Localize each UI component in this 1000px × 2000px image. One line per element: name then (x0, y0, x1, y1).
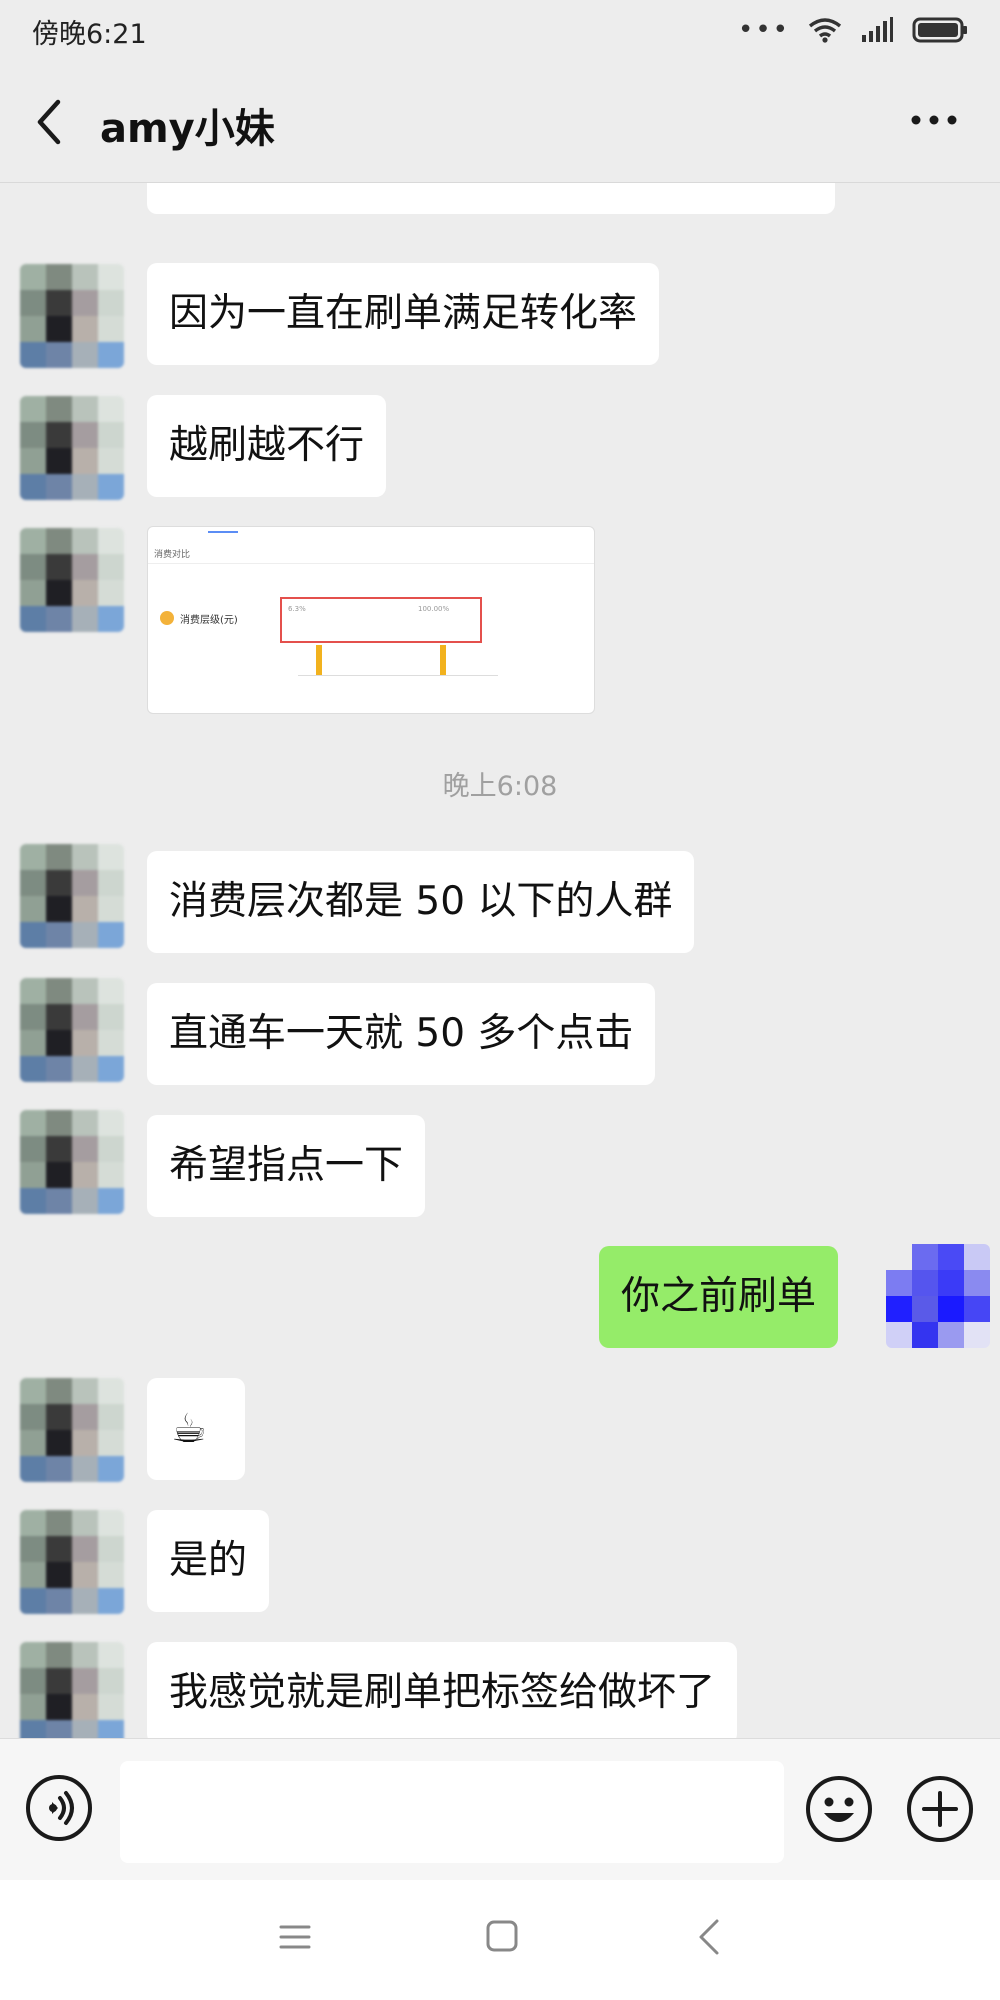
message-bubble-mine[interactable]: 你之前刷单 (599, 1246, 839, 1348)
message-text: 希望指点一下 (169, 1143, 404, 1188)
wifi-icon (808, 18, 842, 43)
status-time: 傍晚6:21 (32, 19, 147, 50)
message-text: 我感觉就是刷单把标签给做坏了 (169, 1670, 716, 1715)
system-navigation-bar (0, 1880, 1000, 2000)
more-dots-icon: ••• (737, 15, 790, 45)
thumbnail-header: 消费对比 (154, 550, 191, 560)
message-bubble[interactable]: 消费层次都是 50 以下的人群 (147, 851, 695, 953)
message-bubble[interactable]: 越刷越不行 (147, 395, 387, 497)
thumbnail-bar (316, 645, 322, 675)
message-text: 消费层次都是 50 以下的人群 (169, 879, 673, 924)
image-message[interactable]: 消费对比 消费层级(元) 6.3% 100.00% (147, 526, 595, 714)
thumbnail-badge-icon (160, 611, 174, 625)
plus-icon[interactable] (906, 1775, 974, 1843)
input-bar (0, 1738, 1000, 1881)
chat-header: amy小妹 (0, 60, 1000, 183)
avatar[interactable] (20, 1378, 124, 1482)
message-text: 越刷越不行 (169, 423, 365, 468)
status-icons: ••• (738, 16, 970, 44)
message-text: 直通车一天就 50 多个点击 (169, 1011, 634, 1056)
avatar[interactable] (20, 528, 124, 632)
home-icon[interactable] (484, 1918, 520, 1954)
message-bubble[interactable]: 希望指点一下 (147, 1115, 426, 1217)
thumbnail-title: 消费层级(元) (180, 615, 238, 626)
signal-icon (862, 17, 893, 42)
thumbnail-value-a: 6.3% (288, 605, 306, 613)
battery-icon (912, 17, 967, 43)
menu-icon[interactable] (278, 1920, 312, 1954)
avatar[interactable] (20, 1510, 124, 1614)
avatar[interactable] (20, 264, 124, 368)
back-icon[interactable] (697, 1918, 721, 1956)
avatar[interactable] (20, 978, 124, 1082)
message-bubble[interactable]: 因为一直在刷单满足转化率 (147, 263, 660, 365)
message-list[interactable]: 精准 因为一直在刷单满足转化率 越刷越不行 消费对比 消费层级(元) 6.3% … (0, 182, 1000, 1738)
emoji-icon[interactable] (805, 1775, 873, 1843)
avatar[interactable] (20, 1110, 124, 1214)
thumbnail-divider (148, 563, 594, 564)
message-text: 你之前刷单 (621, 1274, 817, 1319)
thumbnail-axis (298, 675, 498, 676)
message-text: 是的 (169, 1538, 248, 1583)
message-bubble[interactable]: 直通车一天就 50 多个点击 (147, 983, 656, 1085)
message-input[interactable] (120, 1761, 784, 1863)
avatar[interactable] (20, 844, 124, 948)
timestamp-label: 晚上6:08 (442, 771, 558, 802)
thumbnail-value-b: 100.00% (418, 605, 450, 613)
voice-icon[interactable] (26, 1775, 92, 1841)
avatar[interactable] (20, 1642, 124, 1738)
thumbnail-highlight-box (280, 597, 482, 643)
message-bubble[interactable]: 精准 (147, 182, 835, 214)
message-bubble[interactable]: ☕ (147, 1378, 245, 1480)
message-bubble[interactable]: 我感觉就是刷单把标签给做坏了 (147, 1642, 738, 1738)
my-avatar[interactable] (886, 1244, 990, 1348)
thumbnail-tab-indicator (208, 531, 238, 533)
message-text: 因为一直在刷单满足转化率 (169, 291, 638, 336)
chevron-left-icon[interactable] (30, 98, 70, 146)
chat-title: amy小妹 (100, 106, 275, 152)
thumbnail-bar (440, 645, 446, 675)
message-bubble[interactable]: 是的 (147, 1510, 270, 1612)
more-horizontal-icon[interactable] (910, 112, 958, 128)
avatar[interactable] (20, 396, 124, 500)
status-bar: 傍晚6:21 ••• (0, 0, 1000, 60)
coffee-emoji-icon: ☕ (171, 1406, 207, 1452)
